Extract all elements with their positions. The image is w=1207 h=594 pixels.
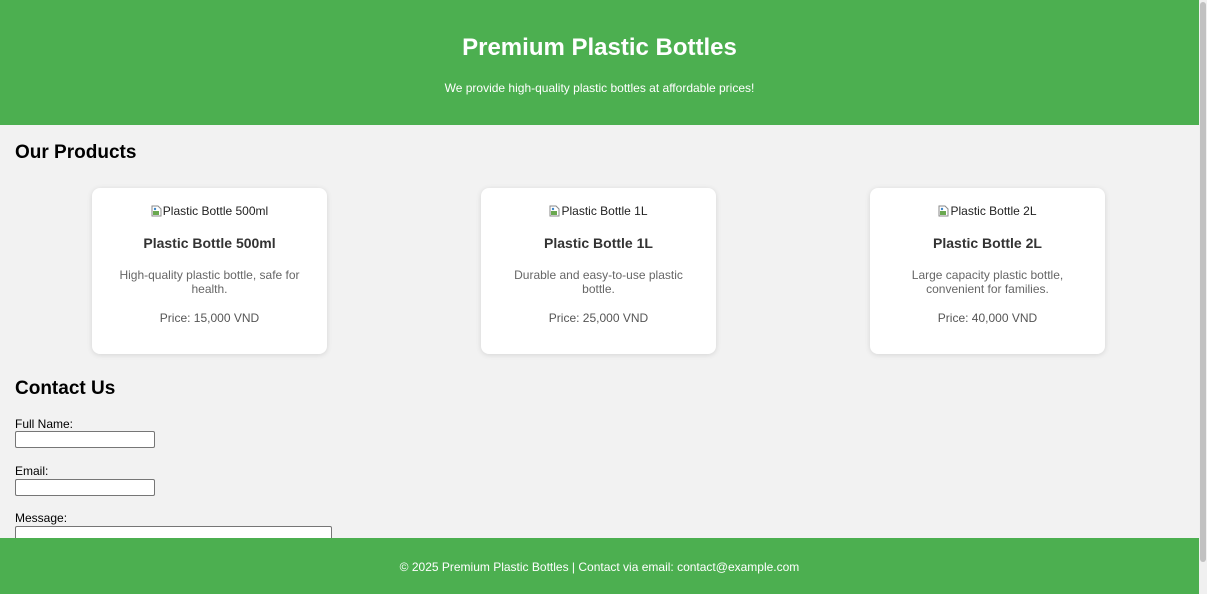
scrollbar-thumb[interactable] [1200,2,1206,562]
product-card: Plastic Bottle 1L Plastic Bottle 1L Dura… [481,188,716,354]
product-image-alt: Plastic Bottle 500ml [162,204,269,218]
product-image-alt: Plastic Bottle 1L [561,204,648,218]
page: Premium Plastic Bottles We provide high-… [0,0,1199,594]
product-price: Price: 25,000 VND [548,311,649,325]
product-price: Price: 40,000 VND [937,311,1038,325]
product-name: Plastic Bottle 2L [933,235,1042,251]
site-tagline: We provide high-quality plastic bottles … [444,81,755,95]
browser-viewport: Premium Plastic Bottles We provide high-… [0,0,1207,594]
product-image-alt: Plastic Bottle 2L [950,204,1037,218]
product-name: Plastic Bottle 1L [544,235,653,251]
product-description: High-quality plastic bottle, safe for he… [119,268,300,296]
full-name-label: Full Name: [15,417,74,431]
product-card: Plastic Bottle 500ml Plastic Bottle 500m… [92,188,327,354]
product-price: Price: 15,000 VND [159,311,260,325]
products-heading: Our Products [15,142,137,163]
site-footer: © 2025 Premium Plastic Bottles | Contact… [0,538,1199,594]
site-title: Premium Plastic Bottles [462,34,737,61]
message-label: Message: [15,511,68,525]
vertical-scrollbar[interactable] [1199,0,1207,594]
product-name: Plastic Bottle 500ml [143,235,276,251]
product-image: Plastic Bottle 1L [481,204,716,218]
email-label: Email: [15,464,49,478]
site-header: Premium Plastic Bottles We provide high-… [0,0,1199,125]
product-image: Plastic Bottle 2L [870,204,1105,218]
product-card: Plastic Bottle 2L Plastic Bottle 2L Larg… [870,188,1105,354]
broken-image-icon [151,205,162,217]
broken-image-icon [938,205,949,217]
product-description: Durable and easy-to-use plastic bottle. [514,268,683,296]
full-name-input[interactable] [15,431,155,448]
footer-text: © 2025 Premium Plastic Bottles | Contact… [399,560,800,574]
product-image: Plastic Bottle 500ml [92,204,327,218]
broken-image-icon [549,205,560,217]
email-input[interactable] [15,479,155,496]
product-description: Large capacity plastic bottle, convenien… [911,268,1064,296]
contact-heading: Contact Us [15,378,116,399]
